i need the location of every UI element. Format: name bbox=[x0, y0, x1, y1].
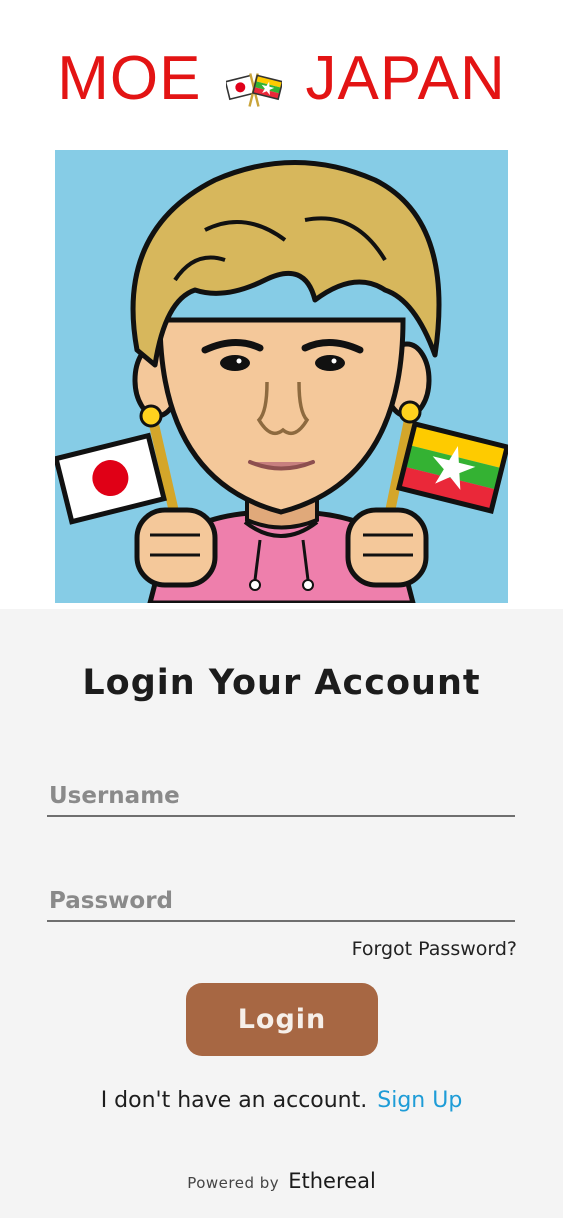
sign-up-link[interactable]: Sign Up bbox=[377, 1088, 462, 1113]
login-panel: Login Your Account Forgot Password? Logi… bbox=[0, 609, 563, 1218]
password-input[interactable] bbox=[47, 882, 515, 922]
no-account-text: I don't have an account. bbox=[100, 1088, 368, 1113]
brand-header: MOE JAPAN bbox=[0, 38, 563, 118]
signup-row: I don't have an account. Sign Up bbox=[0, 1088, 563, 1113]
powered-by-text: Powered by bbox=[187, 1174, 280, 1192]
maker-name: Ethereal bbox=[288, 1169, 376, 1193]
brand-right-text: JAPAN bbox=[305, 43, 506, 113]
brand-left-text: MOE bbox=[57, 43, 202, 113]
username-input[interactable] bbox=[47, 777, 515, 817]
login-page: MOE JAPAN Login Your Account Username Fo… bbox=[0, 0, 563, 1218]
login-button[interactable]: Login bbox=[186, 983, 378, 1056]
japan-myanmar-flags-icon bbox=[224, 56, 283, 107]
cartoon-avatar-icon bbox=[55, 150, 508, 603]
avatar-illustration bbox=[55, 150, 508, 603]
powered-by-footer: Powered by Ethereal bbox=[0, 1169, 563, 1193]
login-title: Login Your Account bbox=[82, 663, 481, 703]
forgot-password-link[interactable]: Forgot Password? bbox=[352, 938, 517, 960]
